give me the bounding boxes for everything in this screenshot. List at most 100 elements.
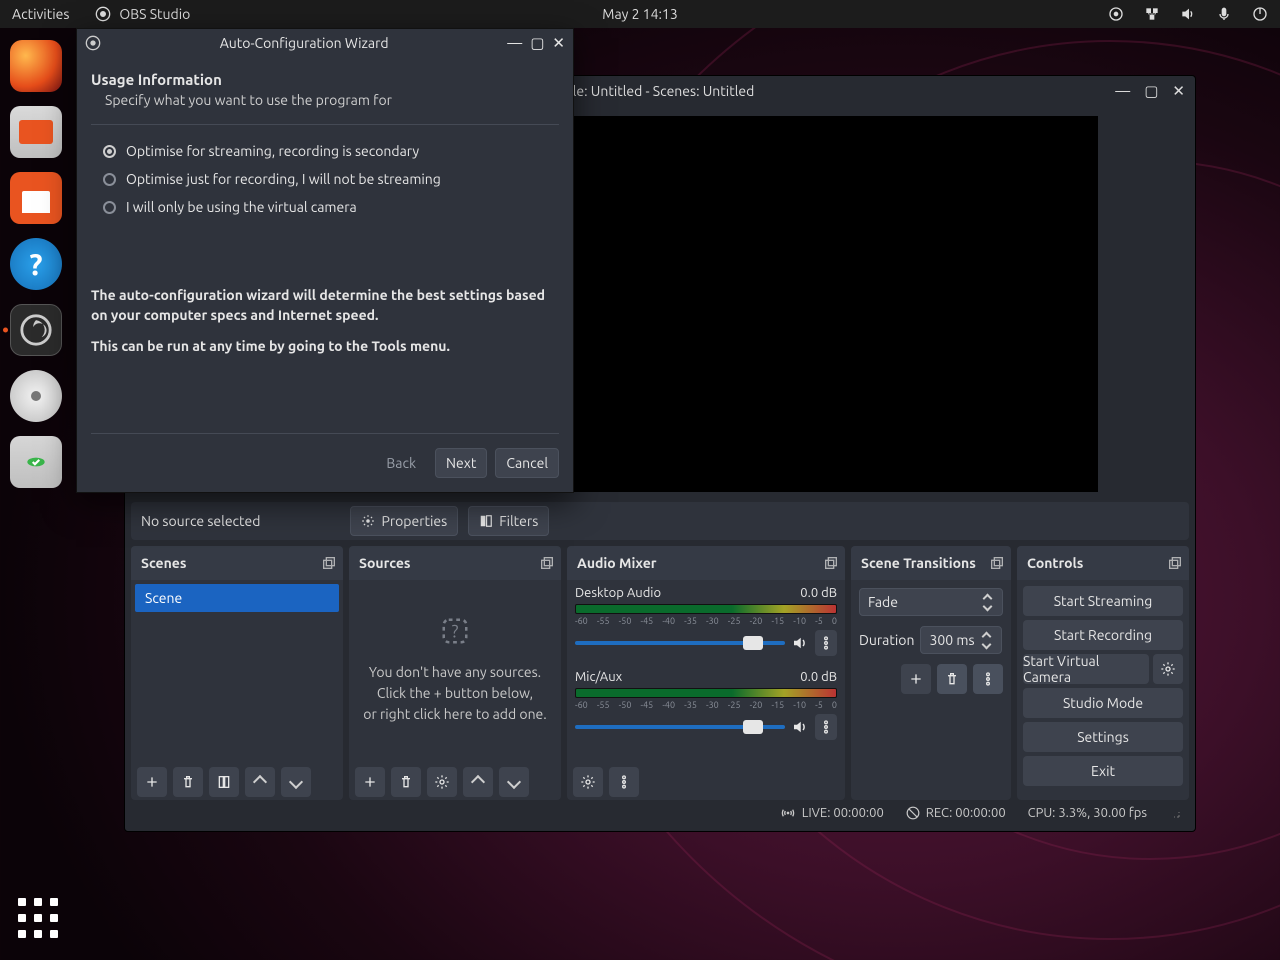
db-ticks: -60-55-50-45-40-35-30-25-20-15-10-50 (575, 700, 837, 710)
pause-icon (906, 806, 920, 820)
scene-item[interactable]: Scene (135, 584, 339, 612)
auto-config-wizard-dialog: Auto-Configuration Wizard — ▢ ✕ Usage In… (76, 28, 574, 493)
mixer-menu-button[interactable] (609, 767, 639, 797)
dock-disk[interactable] (10, 370, 62, 422)
mixer-channel-mic: Mic/Aux0.0 dB -60-55-50-45-40-35-30-25-2… (569, 666, 843, 742)
obs-icon (85, 35, 101, 51)
popout-icon[interactable] (1167, 555, 1183, 571)
dock-software[interactable] (10, 172, 62, 224)
studio-mode-button[interactable]: Studio Mode (1023, 688, 1183, 718)
mic-icon[interactable] (1216, 6, 1232, 22)
gear-icon (361, 514, 375, 528)
activities-button[interactable]: Activities (12, 6, 69, 22)
maximize-icon[interactable]: ▢ (1144, 82, 1158, 100)
no-source-label: No source selected (141, 513, 260, 529)
transition-select[interactable]: Fade (859, 588, 1003, 616)
start-recording-button[interactable]: Start Recording (1023, 620, 1183, 650)
clock[interactable]: May 2 14:13 (602, 6, 677, 22)
transition-add-button[interactable] (901, 664, 931, 694)
radio-virtual-camera[interactable]: I will only be using the virtual camera (103, 199, 559, 215)
volume-slider[interactable] (575, 641, 785, 645)
transitions-panel: Scene Transitions Fade Duration 300 ms (851, 546, 1011, 800)
dock-trash[interactable] (10, 436, 62, 488)
scene-remove-button[interactable] (173, 767, 203, 797)
close-icon[interactable]: ✕ (1172, 82, 1185, 100)
duration-spinner[interactable]: 300 ms (920, 626, 1002, 654)
speaker-icon[interactable] (791, 634, 809, 652)
dock-obs[interactable] (10, 304, 62, 356)
minimize-icon[interactable]: — (507, 34, 522, 52)
scenes-title: Scenes (141, 555, 186, 571)
source-remove-button[interactable] (391, 767, 421, 797)
filters-button[interactable]: Filters (468, 506, 549, 536)
settings-button[interactable]: Settings (1023, 722, 1183, 752)
transitions-title: Scene Transitions (861, 555, 976, 571)
dialog-note-1: The auto-configuration wizard will deter… (91, 285, 559, 326)
power-icon[interactable] (1252, 6, 1268, 22)
channel-menu-button[interactable] (815, 714, 837, 740)
dock-help[interactable]: ? (10, 238, 62, 290)
close-icon[interactable]: ✕ (552, 34, 565, 52)
transition-remove-button[interactable] (937, 664, 967, 694)
back-button[interactable]: Back (375, 448, 427, 478)
scene-down-button[interactable] (281, 767, 311, 797)
start-streaming-button[interactable]: Start Streaming (1023, 586, 1183, 616)
speaker-icon[interactable] (791, 718, 809, 736)
popout-icon[interactable] (321, 555, 337, 571)
minimize-icon[interactable]: — (1115, 82, 1130, 100)
dialog-titlebar[interactable]: Auto-Configuration Wizard — ▢ ✕ (77, 29, 573, 57)
mixer-title: Audio Mixer (577, 555, 657, 571)
channel-menu-button[interactable] (815, 630, 837, 656)
popout-icon[interactable] (539, 555, 555, 571)
dock: ? (0, 28, 72, 960)
audio-mixer-panel: Audio Mixer Desktop Audio0.0 dB -60-55-5… (567, 546, 845, 800)
source-up-button[interactable] (463, 767, 493, 797)
cpu-status: CPU: 3.3%, 30.00 fps (1028, 806, 1147, 820)
live-status: LIVE: 00:00:00 (780, 805, 884, 821)
scene-add-button[interactable] (137, 767, 167, 797)
sources-empty[interactable]: ? You don't have any sources. Click the … (351, 616, 559, 725)
dialog-note-2: This can be run at any time by going to … (91, 336, 559, 356)
mixer-settings-button[interactable] (573, 767, 603, 797)
cancel-button[interactable]: Cancel (495, 448, 559, 478)
source-add-button[interactable] (355, 767, 385, 797)
radio-optimise-recording[interactable]: Optimise just for recording, I will not … (103, 171, 559, 187)
radio-optimise-streaming[interactable]: Optimise for streaming, recording is sec… (103, 143, 559, 159)
show-applications[interactable] (18, 898, 58, 938)
maximize-icon[interactable]: ▢ (530, 34, 544, 52)
audio-meter (575, 604, 837, 614)
dock-firefox[interactable] (10, 40, 62, 92)
popout-icon[interactable] (823, 555, 839, 571)
scene-up-button[interactable] (245, 767, 275, 797)
network-icon[interactable] (1144, 6, 1160, 22)
source-down-button[interactable] (499, 767, 529, 797)
sources-title: Sources (359, 555, 411, 571)
transition-menu-button[interactable] (973, 664, 1003, 694)
no-source-toolbar: No source selected Properties Filters (131, 502, 1189, 540)
app-menu[interactable]: OBS Studio (95, 6, 190, 22)
popout-icon[interactable] (989, 555, 1005, 571)
resize-grip-icon[interactable] (1169, 807, 1181, 819)
obs-tray-icon[interactable] (1108, 6, 1124, 22)
dock-files[interactable] (10, 106, 62, 158)
audio-meter (575, 688, 837, 698)
exit-button[interactable]: Exit (1023, 756, 1183, 786)
duration-label: Duration (859, 632, 914, 648)
db-ticks: -60-55-50-45-40-35-30-25-20-15-10-50 (575, 616, 837, 626)
broadcast-icon (780, 805, 796, 821)
virtual-camera-settings-button[interactable] (1153, 654, 1183, 684)
next-button[interactable]: Next (435, 448, 487, 478)
svg-text:?: ? (452, 622, 459, 641)
rec-status: REC: 00:00:00 (906, 806, 1006, 820)
dialog-title: Auto-Configuration Wizard (101, 35, 507, 51)
properties-button[interactable]: Properties (350, 506, 458, 536)
start-virtual-camera-button[interactable]: Start Virtual Camera (1023, 654, 1149, 684)
question-icon: ? (440, 616, 470, 646)
volume-slider[interactable] (575, 725, 785, 729)
dialog-heading: Usage Information (91, 71, 559, 88)
volume-icon[interactable] (1180, 6, 1196, 22)
source-props-button[interactable] (427, 767, 457, 797)
dialog-subtitle: Specify what you want to use the program… (105, 92, 559, 108)
scene-filter-button[interactable] (209, 767, 239, 797)
controls-panel: Controls Start Streaming Start Recording… (1017, 546, 1189, 800)
